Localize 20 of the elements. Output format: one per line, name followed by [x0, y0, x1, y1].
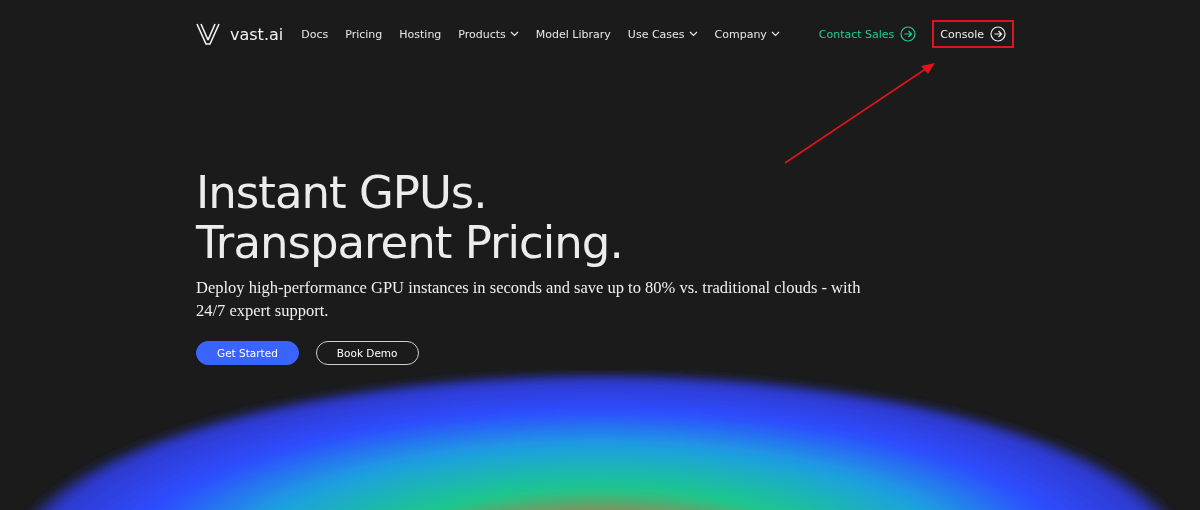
console-link[interactable]: Console	[932, 20, 1014, 48]
nav-link[interactable]: Pricing	[345, 27, 383, 41]
logo-icon	[196, 23, 220, 45]
nav-link[interactable]: Company	[714, 27, 780, 41]
chevron-down-icon	[509, 31, 519, 37]
hero-subtitle: Deploy high-performance GPU instances in seconds and save up to 80% vs. traditional clouds - with 24/7 expert support.	[196, 277, 862, 322]
arrow-right-circle-icon	[990, 26, 1006, 42]
nav-link[interactable]: Hosting	[399, 27, 442, 41]
nav-link[interactable]: Use Cases	[627, 27, 698, 41]
contact-link[interactable]: Contact Sales	[810, 20, 925, 48]
nav-link[interactable]: Model Library	[535, 27, 611, 41]
brand-name[interactable]: vast.ai	[230, 24, 284, 44]
nav-link[interactable]: Products	[458, 27, 519, 41]
chevron-down-icon	[688, 31, 698, 37]
headline: Instant GPUs.	[196, 168, 488, 218]
nav-link[interactable]: Docs	[301, 27, 329, 41]
headline: Transparent Pricing.	[196, 218, 624, 268]
get-started-button[interactable]: Get Started	[196, 341, 299, 365]
arrow-right-circle-icon	[900, 26, 917, 42]
chevron-down-icon	[770, 31, 780, 37]
